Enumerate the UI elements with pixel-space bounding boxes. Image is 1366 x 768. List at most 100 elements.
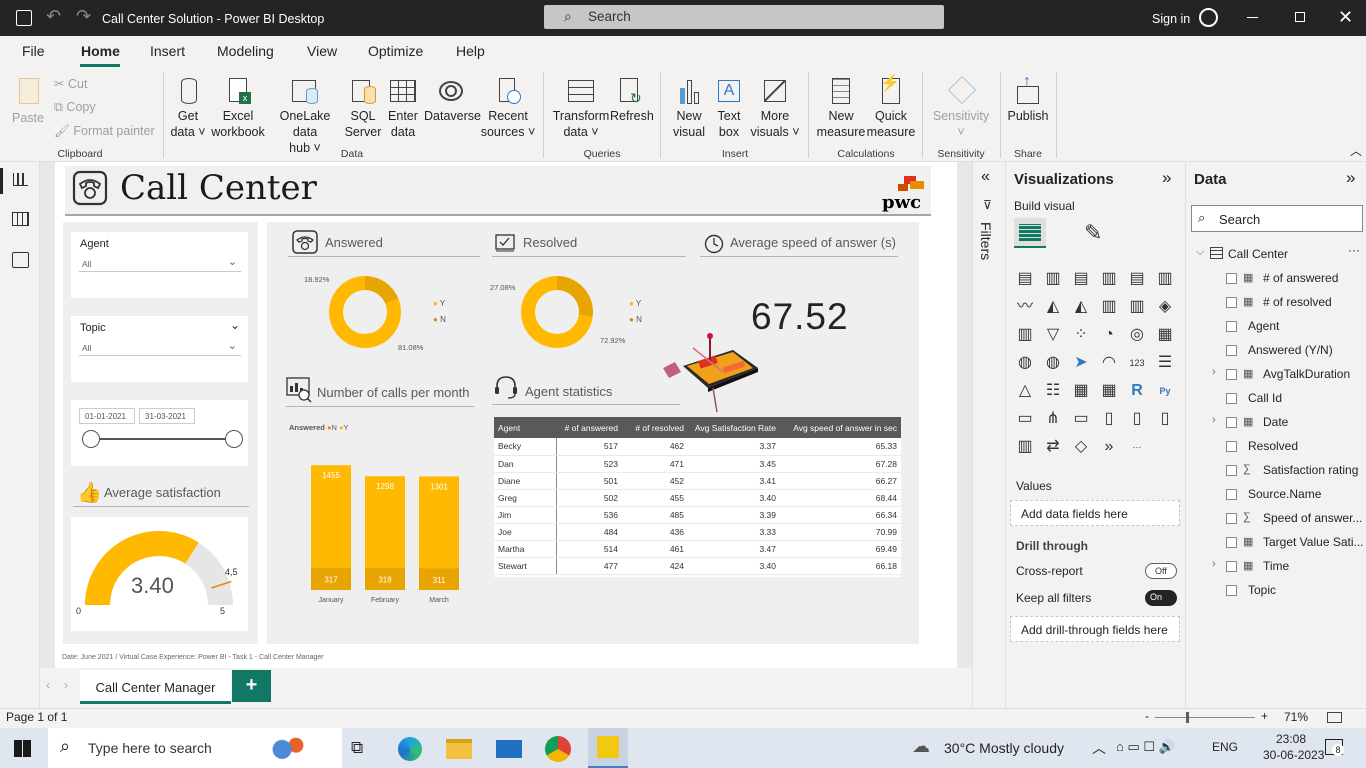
field-checkbox[interactable] xyxy=(1226,441,1237,452)
more-visuals-icon[interactable]: ··· xyxy=(1126,436,1148,458)
table-header-cell[interactable]: Avg Satisfaction Rate xyxy=(688,417,780,438)
clustered-column-icon[interactable]: ▥ xyxy=(1098,268,1120,290)
chevrons-right-icon[interactable]: » xyxy=(1346,168,1355,188)
area-chart-icon[interactable]: ◭ xyxy=(1042,296,1064,318)
new-visual-button[interactable]: New visual xyxy=(668,76,710,140)
file-explorer-icon[interactable] xyxy=(446,739,472,759)
scroll-right-icon[interactable]: › xyxy=(64,678,68,692)
menu-optimize[interactable]: Optimize xyxy=(368,43,423,59)
system-tray-icons[interactable]: ⌂ ▭ ☐ 🔊 xyxy=(1116,739,1175,755)
map-icon[interactable]: ◍ xyxy=(1014,352,1036,374)
fit-to-page-icon[interactable] xyxy=(1327,712,1342,723)
report-view-icon[interactable] xyxy=(13,173,28,186)
date-from-input[interactable]: 01-01-2021 xyxy=(79,408,135,424)
field-checkbox[interactable] xyxy=(1226,369,1237,380)
power-automate-icon[interactable]: ⇄ xyxy=(1042,436,1064,458)
diamond-icon[interactable]: ◇ xyxy=(1070,436,1092,458)
kpi-icon[interactable]: △ xyxy=(1014,380,1036,402)
field-checkbox[interactable] xyxy=(1226,417,1237,428)
field-item[interactable]: Answered (Y/N) xyxy=(1186,342,1366,362)
100-bar-icon[interactable]: ▤ xyxy=(1126,268,1148,290)
chevron-right-icon[interactable]: › xyxy=(1212,366,1216,378)
agent-dropdown[interactable]: All ⌄ xyxy=(79,255,241,272)
windows-start-icon[interactable] xyxy=(14,740,31,757)
field-item[interactable]: ∑ Speed of answer... xyxy=(1186,510,1366,530)
chevron-right-icon[interactable]: › xyxy=(1212,414,1216,426)
filters-pane-collapsed[interactable]: « ⊽ Filters xyxy=(972,162,1005,708)
python-visual-icon[interactable]: Py xyxy=(1154,380,1176,402)
field-item[interactable]: › ▦ Time xyxy=(1186,558,1366,578)
field-checkbox[interactable] xyxy=(1226,561,1237,572)
funnel-icon[interactable]: ▽ xyxy=(1042,324,1064,346)
get-data-button[interactable]: Get data ˅ xyxy=(166,76,210,140)
redo-icon[interactable]: ↷ xyxy=(76,6,91,27)
stacked-column-icon[interactable]: ▥ xyxy=(1042,268,1064,290)
field-item[interactable]: ▦ # of resolved xyxy=(1186,294,1366,314)
power-bi-taskbar-button[interactable] xyxy=(588,728,628,768)
page-tab-call-center-manager[interactable]: Call Center Manager xyxy=(80,670,231,704)
menu-insert[interactable]: Insert xyxy=(150,43,185,59)
date-to-input[interactable]: 31-03-2021 xyxy=(139,408,195,424)
line-chart-icon[interactable]: 〰 xyxy=(1014,296,1036,318)
copy-button[interactable]: ⧉ Copy xyxy=(54,100,96,115)
keep-all-filters-toggle[interactable]: On xyxy=(1145,590,1177,606)
field-item[interactable]: › ▦ AvgTalkDuration xyxy=(1186,366,1366,386)
collapse-ribbon-icon[interactable]: ︿ xyxy=(1350,142,1362,159)
qa-icon[interactable]: ▭ xyxy=(1070,408,1092,430)
zoom-in-icon[interactable]: + xyxy=(1261,709,1268,723)
field-checkbox[interactable] xyxy=(1226,489,1237,500)
cut-button[interactable]: ✂ Cut xyxy=(54,76,87,91)
more-visuals-button[interactable]: More visuals ˅ xyxy=(748,76,802,140)
chrome-icon[interactable] xyxy=(545,736,571,762)
search-input[interactable]: ⌕ Search xyxy=(544,5,944,29)
format-visual-icon[interactable]: ✎ xyxy=(1084,220,1102,246)
bar-y[interactable] xyxy=(311,465,351,568)
slicer-icon[interactable]: ☷ xyxy=(1042,380,1064,402)
donut-chart-icon[interactable]: ◎ xyxy=(1126,324,1148,346)
clustered-bar-icon[interactable]: ▤ xyxy=(1070,268,1092,290)
field-checkbox[interactable] xyxy=(1226,513,1237,524)
field-checkbox[interactable] xyxy=(1226,537,1237,548)
key-influencers-icon[interactable]: ▭ xyxy=(1014,408,1036,430)
field-item[interactable]: Call Id xyxy=(1186,390,1366,410)
smart-narrative-icon[interactable]: ▯ xyxy=(1098,408,1120,430)
field-checkbox[interactable] xyxy=(1226,345,1237,356)
filled-map-icon[interactable]: ◍ xyxy=(1042,352,1064,374)
chevron-icon[interactable]: » xyxy=(1098,436,1120,458)
minimize-icon[interactable] xyxy=(1247,17,1258,18)
undo-icon[interactable]: ↶ xyxy=(46,6,61,27)
chevron-down-icon[interactable]: ⌄ xyxy=(230,318,240,332)
metrics-icon[interactable]: ▯ xyxy=(1154,408,1176,430)
user-avatar-icon[interactable] xyxy=(1199,8,1218,27)
add-drill-through-well[interactable]: Add drill-through fields here xyxy=(1010,616,1180,642)
text-box-button[interactable]: A Text box xyxy=(710,76,748,140)
save-icon[interactable] xyxy=(16,10,32,26)
stacked-area-icon[interactable]: ◭ xyxy=(1070,296,1092,318)
edge-browser-icon[interactable] xyxy=(398,737,422,761)
dataverse-button[interactable]: Dataverse xyxy=(424,76,481,124)
field-item[interactable]: Agent xyxy=(1186,318,1366,338)
onelake-data-hub-button[interactable]: OneLake data hub ˅ xyxy=(266,76,344,156)
notifications-icon[interactable]: 8 xyxy=(1325,739,1344,756)
new-measure-button[interactable]: New measure xyxy=(816,76,866,140)
line-column-icon[interactable]: ▥ xyxy=(1098,296,1120,318)
paginated-report-icon[interactable]: ▯ xyxy=(1126,408,1148,430)
waterfall-icon[interactable]: ▥ xyxy=(1014,324,1036,346)
zoom-slider-handle[interactable] xyxy=(1186,712,1189,723)
resolved-slice-n[interactable] xyxy=(557,276,593,317)
multi-row-card-icon[interactable]: ☰ xyxy=(1154,352,1176,374)
field-checkbox[interactable] xyxy=(1226,393,1237,404)
language-indicator[interactable]: ENG xyxy=(1212,740,1238,754)
sql-server-button[interactable]: SQL Server xyxy=(344,76,382,140)
table-view-icon[interactable] xyxy=(12,212,29,226)
table-header-cell[interactable]: # of answered xyxy=(556,417,622,438)
zoom-out-icon[interactable]: - xyxy=(1145,709,1149,723)
publish-button[interactable]: ↑ Publish xyxy=(1006,74,1050,124)
clock-date[interactable]: 30-06-2023 xyxy=(1263,748,1324,762)
chevron-right-icon[interactable]: › xyxy=(1212,558,1216,570)
stacked-bar-icon[interactable]: ▤ xyxy=(1014,268,1036,290)
restore-icon[interactable] xyxy=(1295,12,1305,22)
menu-file[interactable]: File xyxy=(22,43,45,59)
close-icon[interactable]: ✕ xyxy=(1338,7,1353,28)
field-item[interactable]: Source.Name xyxy=(1186,486,1366,506)
